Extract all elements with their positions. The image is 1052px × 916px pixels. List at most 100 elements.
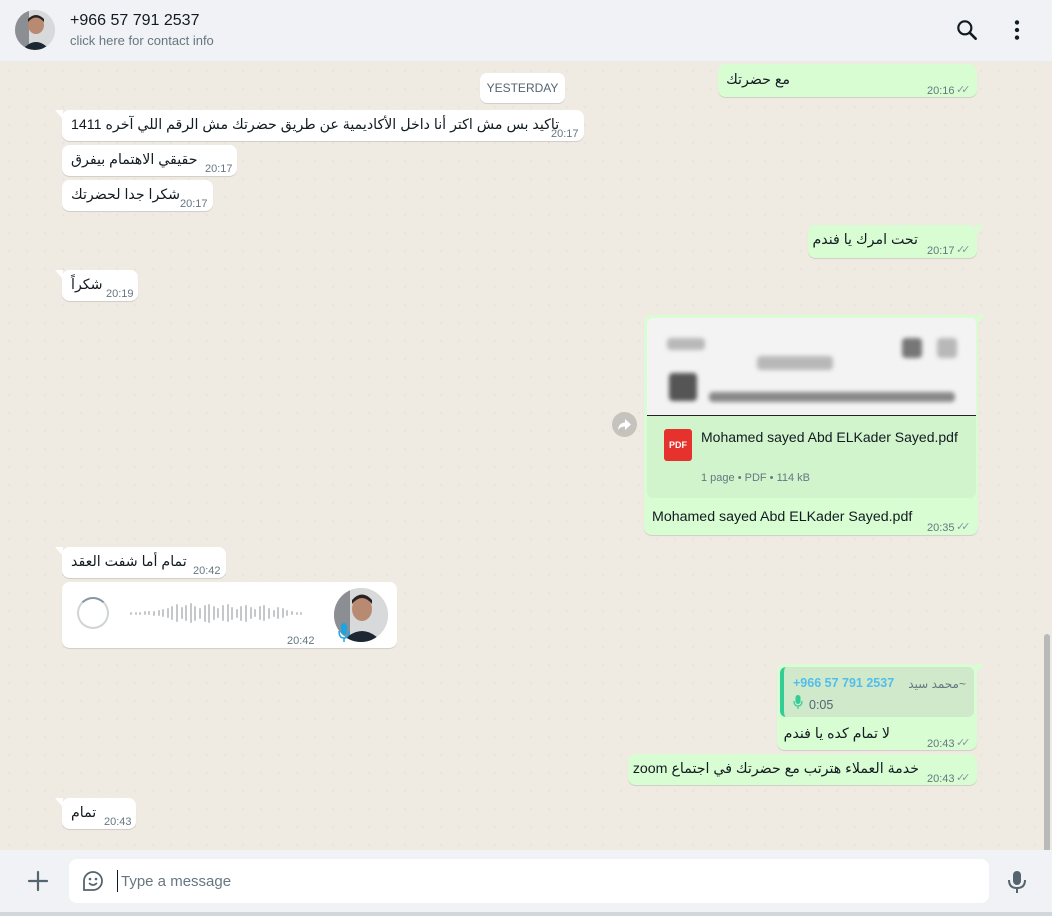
waveform-bar <box>153 610 155 616</box>
waveform-bar <box>130 611 132 615</box>
message-text: لا تمام كده يا فندم <box>783 726 890 742</box>
message-outgoing[interactable]: خدمة العملاء هترتب مع حضرتك في اجتماع zo… <box>628 754 977 785</box>
waveform-bar <box>295 611 298 615</box>
waveform-bar <box>249 607 252 619</box>
message-text: خدمة العملاء هترتب مع حضرتك في اجتماع zo… <box>632 761 919 777</box>
waveform-bar <box>272 609 275 617</box>
waveform-bar <box>300 611 303 615</box>
message-text: تمام <box>71 805 97 821</box>
composer-bar <box>0 850 1052 916</box>
message-time: 20:35 <box>927 522 955 534</box>
waveform-bar <box>222 605 224 621</box>
forward-button[interactable] <box>612 412 637 437</box>
read-ticks-icon: ✓✓ <box>956 772 971 784</box>
document-message[interactable]: PDF Mohamed sayed Abd ELKader Sayed.pdf … <box>644 315 985 535</box>
waveform-bar <box>194 605 197 621</box>
read-ticks-icon: ✓✓ <box>956 84 971 96</box>
message-incoming[interactable]: شكراً 20:19 <box>55 270 138 301</box>
waveform-bar <box>134 611 137 615</box>
pdf-file-card[interactable]: PDF Mohamed sayed Abd ELKader Sayed.pdf … <box>647 416 976 498</box>
chat-scrollbar[interactable] <box>1044 634 1050 850</box>
message-time: 20:42 <box>193 565 221 577</box>
message-text: شكرا جدا لحضرتك <box>71 187 181 203</box>
waveform-bar <box>203 604 206 622</box>
waveform-bar <box>291 611 293 615</box>
message-incoming[interactable]: تمام أما شفت العقد 20:42 <box>55 547 226 578</box>
window-bottom-edge <box>0 912 1052 916</box>
message-time: 20:17 <box>551 128 579 140</box>
message-input[interactable] <box>117 870 977 892</box>
waveform-bar <box>143 611 146 615</box>
message-incoming[interactable]: حقيقي الاهتمام بيفرق 20:17 <box>62 145 237 176</box>
waveform-bar <box>254 609 257 617</box>
quoted-author: +966 57 791 2537 <box>793 676 895 690</box>
contact-avatar[interactable] <box>15 10 55 50</box>
waveform-bar <box>208 603 211 623</box>
quoted-message[interactable]: +966 57 791 2537 ~محمد سيد 0:05 <box>780 667 974 717</box>
message-incoming[interactable]: تمام 20:43 <box>55 798 136 829</box>
waveform-bar <box>231 606 234 620</box>
read-ticks-icon: ✓✓ <box>956 737 971 749</box>
message-outgoing[interactable]: مع حضرتك 20:16 ✓✓ <box>718 64 977 97</box>
waveform-bar <box>171 606 174 620</box>
message-incoming[interactable]: شكرا جدا لحضرتك 20:17 <box>62 180 213 211</box>
waveform-bar <box>189 603 192 623</box>
waveform-bar <box>199 607 201 619</box>
pdf-icon: PDF <box>664 429 692 461</box>
message-time: 20:43 <box>104 816 132 828</box>
message-incoming[interactable]: تاكيد بس مش اكتر أنا داخل الأكاديمية عن … <box>55 110 584 141</box>
waveform-bar <box>235 608 238 618</box>
pdf-thumbnail[interactable] <box>647 318 976 416</box>
waveform-bar <box>258 606 261 620</box>
message-list[interactable]: مع حضرتك 20:16 ✓✓ YESTERDAY تاكيد بس مش … <box>0 62 1052 850</box>
quoted-push-name: ~محمد سيد <box>908 677 966 691</box>
waveform-bar <box>217 608 220 618</box>
read-ticks-icon: ✓✓ <box>956 244 971 256</box>
loading-spinner-icon[interactable] <box>77 597 109 629</box>
search-icon[interactable] <box>954 17 980 43</box>
message-time: 20:17 <box>205 163 233 175</box>
menu-icon[interactable] <box>1004 17 1030 43</box>
message-time: 20:19 <box>106 288 134 300</box>
waveform-bar <box>212 606 215 620</box>
message-time: 20:43 <box>927 738 955 750</box>
microphone-icon <box>338 622 350 644</box>
read-ticks-icon: ✓✓ <box>956 521 971 533</box>
document-caption: Mohamed sayed Abd ELKader Sayed.pdf <box>652 509 913 525</box>
sticker-emoji-icon[interactable] <box>81 869 105 893</box>
waveform-bar <box>281 608 284 618</box>
waveform-bar <box>286 610 289 616</box>
message-text: حقيقي الاهتمام بيفرق <box>71 152 198 168</box>
attach-plus-icon[interactable] <box>26 869 50 893</box>
waveform-bar <box>157 610 160 616</box>
waveform-bar <box>263 605 266 621</box>
waveform-bar <box>185 605 188 621</box>
message-text: مع حضرتك <box>726 72 790 88</box>
waveform-bar <box>268 607 270 619</box>
waveform-bar <box>226 604 229 622</box>
message-text: شكراً <box>71 277 103 293</box>
voice-message[interactable]: 20:42 <box>62 582 397 648</box>
reply-message[interactable]: +966 57 791 2537 ~محمد سيد 0:05 لا تمام … <box>777 664 984 750</box>
message-time: 20:42 <box>287 635 315 647</box>
waveform-bar <box>180 607 183 619</box>
quoted-duration: 0:05 <box>809 698 834 712</box>
waveform-bar <box>166 608 169 618</box>
waveform-bar <box>162 609 165 617</box>
waveform-bar <box>245 604 247 622</box>
message-outgoing[interactable]: تحت امرك يا فندم 20:17 ✓✓ <box>808 225 984 258</box>
contact-info-hint[interactable]: click here for contact info <box>70 33 214 48</box>
message-text: تحت امرك يا فندم <box>812 232 919 248</box>
file-name: Mohamed sayed Abd ELKader Sayed.pdf <box>701 429 958 445</box>
chat-header: +966 57 791 2537 click here for contact … <box>0 0 1052 62</box>
microphone-icon[interactable] <box>1006 869 1028 895</box>
contact-name[interactable]: +966 57 791 2537 <box>70 12 199 30</box>
waveform-bar <box>139 611 142 615</box>
message-text: تاكيد بس مش اكتر أنا داخل الأكاديمية عن … <box>71 117 560 133</box>
audio-waveform[interactable] <box>130 602 310 624</box>
message-time: 20:17 <box>927 245 955 257</box>
message-time: 20:17 <box>180 198 208 210</box>
waveform-bar <box>148 611 151 615</box>
date-divider: YESTERDAY <box>480 73 565 103</box>
message-input-box[interactable] <box>69 859 989 903</box>
